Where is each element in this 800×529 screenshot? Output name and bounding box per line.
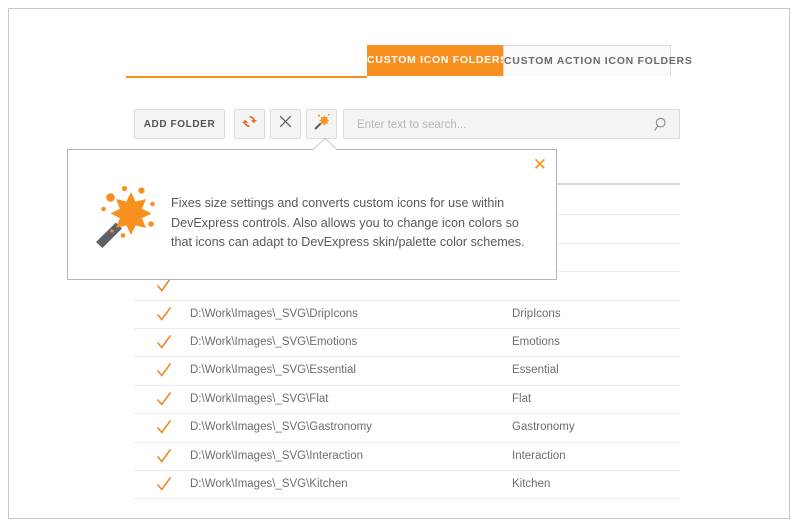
clear-button[interactable] (270, 109, 301, 139)
folder-path-cell: D:\Work\Images\_SVG\DripIcons (190, 307, 358, 320)
table-row[interactable]: D:\Work\Images\_SVG\Interaction Interacti… (134, 443, 680, 471)
folder-path-cell: D:\Work\Images\_SVG\Flat (190, 392, 329, 405)
popup-tail (313, 139, 337, 150)
folder-path-cell: D:\Work\Images\_SVG\Gastronomy (190, 421, 372, 434)
add-folder-label: ADD FOLDER (143, 118, 216, 130)
tab-custom-action-icon-folders[interactable]: CUSTOM ACTION ICON FOLDERS (503, 45, 692, 76)
tab-label: CUSTOM ICON FOLDERS (367, 54, 508, 66)
checkmark-icon[interactable] (156, 305, 172, 323)
table-row[interactable]: D:\Work\Images\_SVG\DripIcons DripIcons (134, 301, 680, 329)
folder-name-cell: DripIcons (512, 307, 561, 320)
refresh-icon (241, 113, 258, 135)
refresh-button[interactable] (234, 109, 265, 139)
convert-icons-button[interactable] (306, 109, 337, 139)
folder-path-cell: D:\Work\Images\_SVG\Interaction (190, 449, 363, 462)
folder-name-cell: Flat (512, 392, 532, 405)
close-x-icon (277, 113, 294, 135)
add-folder-button[interactable]: ADD FOLDER (134, 109, 225, 139)
search-icon[interactable] (653, 116, 670, 138)
folder-name-cell: Interaction (512, 449, 566, 462)
table-row[interactable]: D:\Work\Images\_SVG\Gastronomy Gastronomy (134, 414, 680, 443)
checkmark-icon[interactable] (156, 390, 172, 408)
checkmark-icon[interactable] (156, 333, 172, 351)
close-icon[interactable]: ✕ (533, 156, 547, 173)
popup-description: Fixes size settings and converts custom … (171, 196, 525, 249)
magic-wand-icon (90, 182, 160, 248)
table-row[interactable]: D:\Work\Images\_SVG\Flat Flat (134, 386, 680, 415)
checkmark-icon[interactable] (156, 447, 172, 465)
folder-path-cell: D:\Work\Images\_SVG\Essential (190, 364, 356, 377)
folder-name-cell: Gastronomy (512, 421, 575, 434)
table-row[interactable]: D:\Work\Images\_SVG\Kitchen Kitchen (134, 471, 680, 500)
checkmark-icon[interactable] (156, 418, 172, 436)
table-row[interactable]: D:\Work\Images\_SVG\Essential Essential (134, 357, 680, 386)
tab-custom-icon-folders[interactable]: CUSTOM ICON FOLDERS (367, 45, 507, 76)
toolbar: ADD FOLDER (134, 109, 680, 143)
info-popup: ✕ Fixes size settings and converts custo… (67, 138, 557, 280)
tab-active-underline (126, 76, 367, 78)
tab-label: CUSTOM ACTION ICON FOLDERS (504, 55, 693, 67)
app-window: CUSTOM ICON FOLDERS CUSTOM ACTION ICON F… (8, 8, 790, 519)
folder-path-cell: D:\Work\Images\_SVG\Kitchen (190, 478, 348, 490)
folder-path-cell: D:\Work\Images\_SVG\Emotions (190, 336, 358, 348)
checkmark-icon[interactable] (156, 361, 172, 379)
folder-name-cell: Essential (512, 364, 559, 377)
folder-name-cell: Emotions (512, 336, 560, 348)
table-row[interactable]: D:\Work\Images\_SVG\Emotions Emotions (134, 329, 680, 358)
checkmark-icon[interactable] (156, 475, 172, 493)
search-input[interactable] (355, 110, 649, 140)
magic-wand-icon (312, 112, 331, 136)
search-box[interactable] (343, 109, 680, 140)
folder-name-cell: Kitchen (512, 478, 551, 490)
